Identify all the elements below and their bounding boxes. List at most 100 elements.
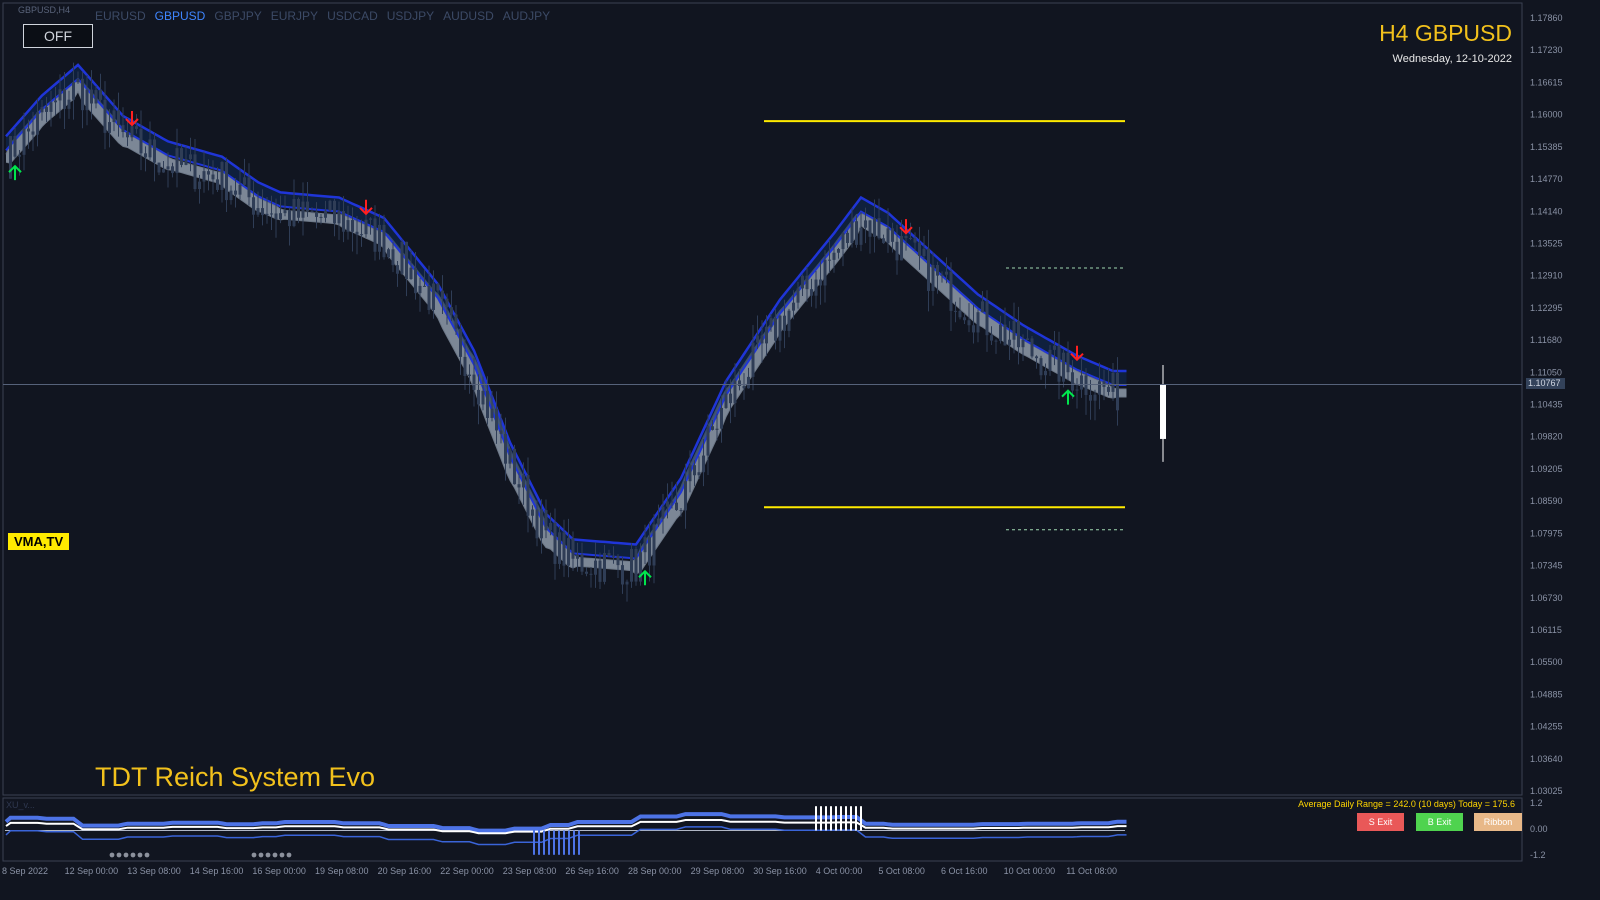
time-tick-label: 30 Sep 16:00 — [753, 866, 807, 876]
symbol-tab-eurusd[interactable]: EURUSD — [95, 9, 146, 23]
candle-body — [558, 532, 561, 564]
candle-body — [477, 389, 480, 405]
candle-body — [850, 221, 854, 244]
ribbon-button[interactable]: Ribbon — [1474, 813, 1522, 831]
candle-body — [805, 275, 809, 290]
price-tick-label: 1.11050 — [1530, 367, 1562, 377]
candle-body — [634, 549, 638, 582]
price-tick-label: 1.12910 — [1530, 271, 1563, 281]
candle-body — [184, 159, 188, 165]
s-exit-button[interactable]: S Exit — [1357, 813, 1404, 831]
candle-body — [940, 274, 944, 276]
candle-body — [513, 448, 516, 485]
candle-body — [904, 235, 908, 238]
candle-body — [99, 90, 102, 100]
candle-body — [630, 549, 633, 582]
candle-body — [517, 484, 521, 488]
trend-ribbon — [5, 63, 1127, 575]
symbol-tab-usdjpy[interactable]: USDJPY — [387, 9, 434, 23]
candle-body — [508, 448, 512, 464]
candle-body — [612, 555, 615, 557]
candle-body — [688, 465, 692, 482]
candle-body — [256, 208, 260, 215]
candle-body — [679, 510, 683, 512]
candle-body — [391, 249, 395, 266]
candle-body — [801, 275, 804, 289]
candle-body — [387, 249, 390, 258]
candle-body — [544, 510, 548, 531]
candle-body — [369, 218, 372, 220]
candle-body — [666, 501, 669, 507]
candle-body — [877, 218, 881, 239]
candle-body — [1021, 340, 1025, 348]
candle-body — [108, 122, 111, 133]
candle-body — [1008, 339, 1011, 346]
candle-body — [751, 342, 755, 377]
candle-body — [270, 213, 273, 215]
candle-body — [310, 211, 314, 213]
candle-body — [873, 218, 876, 237]
symbol-tab-eurjpy[interactable]: EURJPY — [271, 9, 318, 23]
candle-body — [981, 301, 984, 313]
candle-body — [265, 213, 269, 216]
b-exit-button[interactable]: B Exit — [1416, 813, 1463, 831]
candle-body — [499, 430, 503, 434]
candle-body — [180, 148, 183, 165]
candle-body — [72, 82, 75, 100]
candle-body — [697, 472, 701, 476]
symbol-tab-audjpy[interactable]: AUDJPY — [503, 9, 550, 23]
price-tick-label: 1.04255 — [1530, 722, 1563, 732]
candle-body — [1057, 345, 1061, 382]
candle-body — [360, 234, 363, 236]
candle-body — [882, 238, 885, 244]
time-tick-label: 11 Oct 08:00 — [1066, 866, 1117, 876]
candle-body — [486, 390, 489, 419]
candle-body — [90, 89, 93, 104]
candle-body — [427, 285, 431, 311]
candle-body — [58, 89, 62, 101]
candle-body — [652, 524, 656, 566]
candle-body — [328, 200, 332, 211]
candle-body — [733, 380, 737, 404]
time-axis: 8 Sep 2022 12 Sep 00:00 13 Sep 08:00 14 Sep… — [2, 866, 1117, 876]
symbol-tab-gbpjpy[interactable]: GBPJPY — [214, 9, 261, 23]
candle-body — [445, 298, 449, 308]
candle-body — [175, 148, 179, 174]
price-tick-label: 1.06115 — [1530, 625, 1562, 635]
candle-body — [1098, 381, 1101, 395]
symbol-tab-gbpusd[interactable]: GBPUSD — [155, 9, 206, 23]
price-tick-label: 1.17230 — [1530, 45, 1563, 55]
time-tick-label: 20 Sep 16:00 — [378, 866, 432, 876]
candle-body — [112, 110, 116, 123]
candle-body — [1062, 352, 1065, 382]
candle-body — [193, 154, 197, 190]
symbol-tab-usdcad[interactable]: USDCAD — [327, 9, 378, 23]
price-tick-label: 1.10435 — [1530, 400, 1563, 410]
time-tick-label: 10 Oct 00:00 — [1004, 866, 1056, 876]
candle-body — [216, 179, 219, 190]
time-tick-label: 12 Sep 00:00 — [65, 866, 119, 876]
price-tick-label: 1.16615 — [1530, 77, 1563, 87]
system-title: TDT Reich System Evo — [95, 762, 376, 792]
candle-body — [571, 538, 575, 559]
candle-body — [994, 340, 998, 342]
off-toggle-button[interactable]: OFF — [23, 24, 93, 48]
current-price-tag: 1.10767 — [1526, 378, 1565, 390]
candle-body — [472, 374, 476, 390]
candle-body — [1003, 324, 1007, 346]
price-tick-label: 1.07345 — [1530, 561, 1563, 571]
candle-body — [742, 385, 746, 389]
candle-body — [702, 455, 705, 473]
signal-dot — [144, 852, 150, 858]
symbol-tab-audusd[interactable]: AUDUSD — [443, 9, 494, 23]
candle-body — [274, 213, 278, 220]
price-tick-label: 1.07975 — [1530, 528, 1563, 538]
candle-body — [67, 99, 71, 109]
time-tick-label: 29 Sep 08:00 — [691, 866, 745, 876]
candle-body — [40, 107, 44, 113]
candle-body — [1066, 352, 1070, 373]
candle-body — [13, 136, 17, 157]
main-chart-frame — [2, 2, 1523, 796]
candle-body — [49, 102, 53, 112]
candle-body — [1080, 375, 1083, 390]
